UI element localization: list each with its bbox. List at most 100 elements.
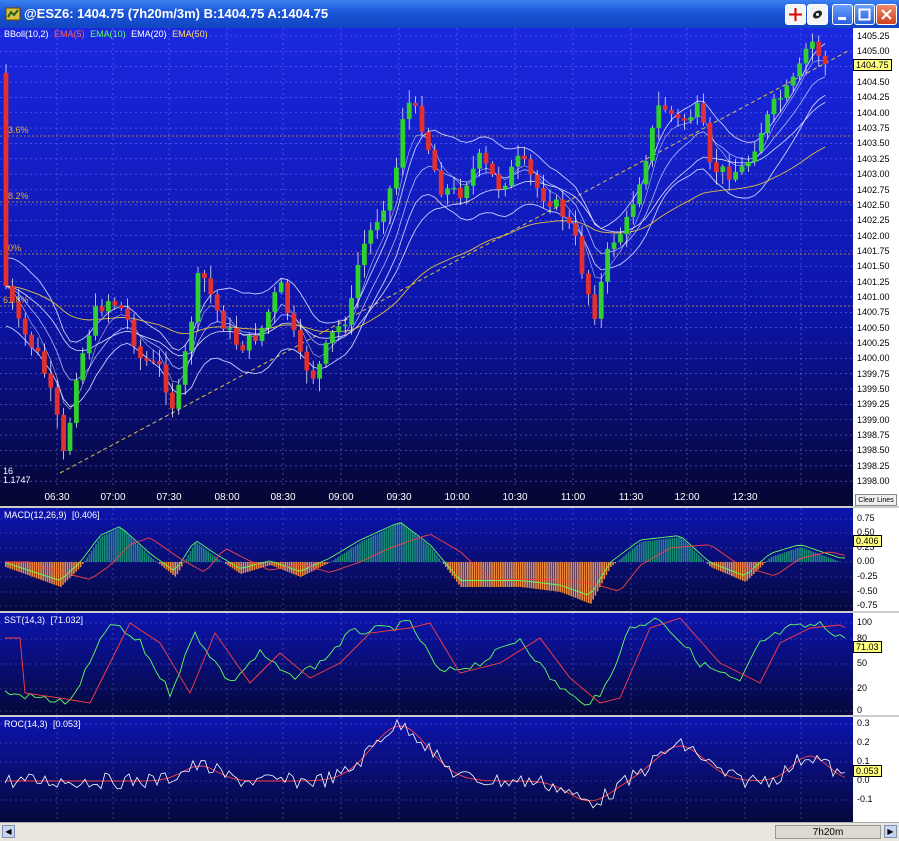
candle[interactable] <box>285 282 290 313</box>
candle[interactable] <box>292 313 297 330</box>
candle[interactable] <box>784 85 789 98</box>
candle[interactable] <box>106 301 111 311</box>
candle[interactable] <box>426 132 431 150</box>
candle[interactable] <box>298 330 303 352</box>
candle[interactable] <box>452 188 457 190</box>
candle[interactable] <box>138 346 143 358</box>
candle[interactable] <box>343 325 348 327</box>
candle[interactable] <box>612 242 617 249</box>
candle[interactable] <box>432 150 437 170</box>
candle[interactable] <box>573 223 578 236</box>
candle[interactable] <box>144 358 149 361</box>
candle[interactable] <box>714 162 719 172</box>
candle[interactable] <box>93 307 98 336</box>
candle[interactable] <box>42 351 47 373</box>
price-axis[interactable]: 1405.251405.001404.751404.501404.251404.… <box>853 28 899 506</box>
candle[interactable] <box>61 415 66 451</box>
candle[interactable] <box>759 133 764 151</box>
candle[interactable] <box>490 164 495 175</box>
candle[interactable] <box>336 326 341 332</box>
candle[interactable] <box>746 162 751 166</box>
candle[interactable] <box>439 170 444 195</box>
candle[interactable] <box>272 292 277 312</box>
candle[interactable] <box>477 153 482 169</box>
candle[interactable] <box>567 217 572 224</box>
candle[interactable] <box>656 105 661 128</box>
candle[interactable] <box>10 286 15 302</box>
candle[interactable] <box>279 282 284 292</box>
sst-axis[interactable]: 100805020071.03 <box>853 613 899 715</box>
candle[interactable] <box>701 103 706 123</box>
candle[interactable] <box>810 42 815 49</box>
candle[interactable] <box>580 236 585 274</box>
candle[interactable] <box>170 393 175 409</box>
candle[interactable] <box>330 332 335 343</box>
candle[interactable] <box>772 99 777 114</box>
candle[interactable] <box>228 328 233 330</box>
close-button[interactable] <box>876 4 897 25</box>
candle[interactable] <box>548 201 553 207</box>
candle[interactable] <box>676 114 681 118</box>
crosshair-button[interactable] <box>785 4 806 25</box>
candle[interactable] <box>23 318 28 334</box>
candle[interactable] <box>202 273 207 278</box>
candle[interactable] <box>708 123 713 163</box>
candle[interactable] <box>464 186 469 198</box>
candle[interactable] <box>189 322 194 351</box>
macd-plot[interactable]: MACD(12,26,9) [0.406] <box>0 508 853 611</box>
candle[interactable] <box>208 278 213 294</box>
candle[interactable] <box>215 294 220 310</box>
candle[interactable] <box>48 374 53 388</box>
candle[interactable] <box>669 110 674 114</box>
clear-lines-button[interactable]: Clear Lines <box>855 494 897 506</box>
candle[interactable] <box>720 167 725 172</box>
candle[interactable] <box>816 42 821 56</box>
candle[interactable] <box>663 105 668 109</box>
candle[interactable] <box>266 312 271 328</box>
candle[interactable] <box>125 309 130 320</box>
candle[interactable] <box>420 106 425 132</box>
candle[interactable] <box>119 305 124 309</box>
candle[interactable] <box>68 423 73 451</box>
candle[interactable] <box>823 56 828 64</box>
candle[interactable] <box>112 301 117 305</box>
candle[interactable] <box>80 353 85 380</box>
candle[interactable] <box>16 302 21 319</box>
candle[interactable] <box>484 153 489 164</box>
candle[interactable] <box>240 345 245 351</box>
candle[interactable] <box>503 186 508 190</box>
candle[interactable] <box>528 159 533 175</box>
candle[interactable] <box>407 103 412 119</box>
candle[interactable] <box>157 361 162 365</box>
candle[interactable] <box>605 249 610 282</box>
candle[interactable] <box>247 335 252 350</box>
candle[interactable] <box>554 200 559 207</box>
candle[interactable] <box>522 156 527 159</box>
candle[interactable] <box>586 274 591 295</box>
candle[interactable] <box>29 335 34 348</box>
candle[interactable] <box>516 156 521 167</box>
candle[interactable] <box>183 351 188 385</box>
candle[interactable] <box>631 204 636 217</box>
candle[interactable] <box>375 222 380 230</box>
candle[interactable] <box>682 118 687 120</box>
candle[interactable] <box>804 49 809 64</box>
candle[interactable] <box>688 117 693 121</box>
roc-plot[interactable]: ROC(14,3) [0.053] <box>0 717 853 822</box>
macd-panel[interactable]: MACD(12,26,9) [0.406] 0.750.500.250.00-0… <box>0 506 899 611</box>
candle[interactable] <box>650 128 655 161</box>
candle[interactable] <box>458 188 463 198</box>
candle[interactable] <box>644 161 649 184</box>
candle[interactable] <box>752 151 757 161</box>
candle[interactable] <box>727 167 732 180</box>
roc-axis[interactable]: 0.30.20.10.0-0.10.053 <box>853 717 899 822</box>
candle[interactable] <box>164 365 169 393</box>
minimize-button[interactable] <box>832 4 853 25</box>
price-panel[interactable]: 23.6%38.2%50%61.8% BBoll(10,2) EMA(5) EM… <box>0 28 899 506</box>
scroll-thumb[interactable]: 7h20m <box>775 825 881 839</box>
candle[interactable] <box>624 217 629 234</box>
candle[interactable] <box>496 174 501 189</box>
candle[interactable] <box>221 311 226 329</box>
candle[interactable] <box>260 328 265 341</box>
candle[interactable] <box>234 328 239 345</box>
